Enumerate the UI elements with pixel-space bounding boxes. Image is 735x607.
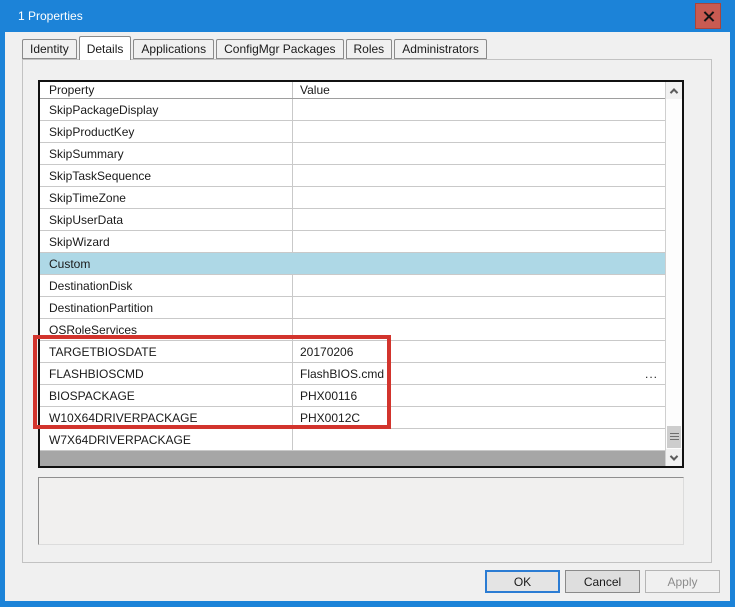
value-cell xyxy=(293,319,665,340)
grid-filler xyxy=(40,451,665,466)
table-row[interactable]: FLASHBIOSCMDFlashBIOS.cmd... xyxy=(40,363,665,385)
value-cell xyxy=(293,209,665,230)
tab-administrators[interactable]: Administrators xyxy=(394,39,487,59)
apply-button[interactable]: Apply xyxy=(645,570,720,593)
value-cell xyxy=(293,121,665,142)
window-title: 1 Properties xyxy=(18,0,83,32)
properties-dialog: 1 Properties IdentityDetailsApplications… xyxy=(0,0,735,607)
property-cell: SkipUserData xyxy=(40,209,293,230)
value-cell: PHX0012C xyxy=(293,407,665,428)
value-cell xyxy=(293,165,665,186)
tab-details[interactable]: Details xyxy=(79,36,132,60)
table-row[interactable]: SkipWizard xyxy=(40,231,665,253)
cancel-button[interactable]: Cancel xyxy=(565,570,640,593)
title-bar[interactable]: 1 Properties xyxy=(0,0,735,32)
property-cell: SkipWizard xyxy=(40,231,293,252)
property-cell: FLASHBIOSCMD xyxy=(40,363,293,384)
value-cell xyxy=(293,297,665,318)
grid-columns: Property Value SkipPackageDisplaySkipPro… xyxy=(40,82,665,466)
property-cell: SkipSummary xyxy=(40,143,293,164)
table-row[interactable]: DestinationDisk xyxy=(40,275,665,297)
scrollbar-thumb[interactable] xyxy=(667,426,681,448)
property-cell: W7X64DRIVERPACKAGE xyxy=(40,429,293,450)
property-cell: DestinationPartition xyxy=(40,297,293,318)
tab-roles[interactable]: Roles xyxy=(346,39,393,59)
table-row[interactable]: BIOSPACKAGEPHX00116 xyxy=(40,385,665,407)
vertical-scrollbar[interactable] xyxy=(665,82,682,466)
chevron-up-icon xyxy=(670,88,678,96)
value-cell xyxy=(293,253,665,274)
property-grid: Property Value SkipPackageDisplaySkipPro… xyxy=(38,80,684,468)
value-cell xyxy=(293,275,665,296)
value-cell: PHX00116 xyxy=(293,385,665,406)
table-row[interactable]: SkipProductKey xyxy=(40,121,665,143)
tab-strip: IdentityDetailsApplicationsConfigMgr Pac… xyxy=(22,36,487,59)
property-cell: BIOSPACKAGE xyxy=(40,385,293,406)
value-cell xyxy=(293,231,665,252)
table-row[interactable]: W7X64DRIVERPACKAGE xyxy=(40,429,665,451)
value-cell: FlashBIOS.cmd... xyxy=(293,363,665,384)
close-button[interactable] xyxy=(695,3,721,29)
dialog-client-area: IdentityDetailsApplicationsConfigMgr Pac… xyxy=(5,32,730,601)
chevron-down-icon xyxy=(670,452,678,460)
column-header-property: Property xyxy=(40,82,293,98)
column-header-value: Value xyxy=(293,82,665,98)
tab-configmgr-packages[interactable]: ConfigMgr Packages xyxy=(216,39,343,59)
table-row[interactable]: SkipTimeZone xyxy=(40,187,665,209)
description-box xyxy=(38,477,684,545)
table-row[interactable]: DestinationPartition xyxy=(40,297,665,319)
table-row[interactable]: Custom xyxy=(40,253,665,275)
property-cell: SkipTimeZone xyxy=(40,187,293,208)
value-cell xyxy=(293,99,665,120)
property-cell: SkipProductKey xyxy=(40,121,293,142)
tab-identity[interactable]: Identity xyxy=(22,39,77,59)
table-row[interactable]: TARGETBIOSDATE20170206 xyxy=(40,341,665,363)
table-row[interactable]: SkipUserData xyxy=(40,209,665,231)
scrollbar-down-button[interactable] xyxy=(666,449,682,466)
grip-lines-icon xyxy=(670,433,679,441)
scrollbar-up-button[interactable] xyxy=(666,82,682,99)
table-row[interactable]: OSRoleServices xyxy=(40,319,665,341)
property-cell: DestinationDisk xyxy=(40,275,293,296)
value-cell xyxy=(293,187,665,208)
table-row[interactable]: SkipSummary xyxy=(40,143,665,165)
tab-applications[interactable]: Applications xyxy=(133,39,214,59)
property-cell: SkipPackageDisplay xyxy=(40,99,293,120)
property-cell: Custom xyxy=(40,253,293,274)
ellipsis-button[interactable]: ... xyxy=(645,367,661,381)
table-row[interactable]: W10X64DRIVERPACKAGEPHX0012C xyxy=(40,407,665,429)
value-cell xyxy=(293,429,665,450)
close-icon xyxy=(703,11,714,22)
value-cell: 20170206 xyxy=(293,341,665,362)
table-row[interactable]: SkipPackageDisplay xyxy=(40,99,665,121)
table-row[interactable]: SkipTaskSequence xyxy=(40,165,665,187)
property-cell: OSRoleServices xyxy=(40,319,293,340)
value-cell xyxy=(293,143,665,164)
property-cell: TARGETBIOSDATE xyxy=(40,341,293,362)
property-cell: SkipTaskSequence xyxy=(40,165,293,186)
grid-header-row: Property Value xyxy=(40,82,665,99)
ok-button[interactable]: OK xyxy=(485,570,560,593)
property-cell: W10X64DRIVERPACKAGE xyxy=(40,407,293,428)
